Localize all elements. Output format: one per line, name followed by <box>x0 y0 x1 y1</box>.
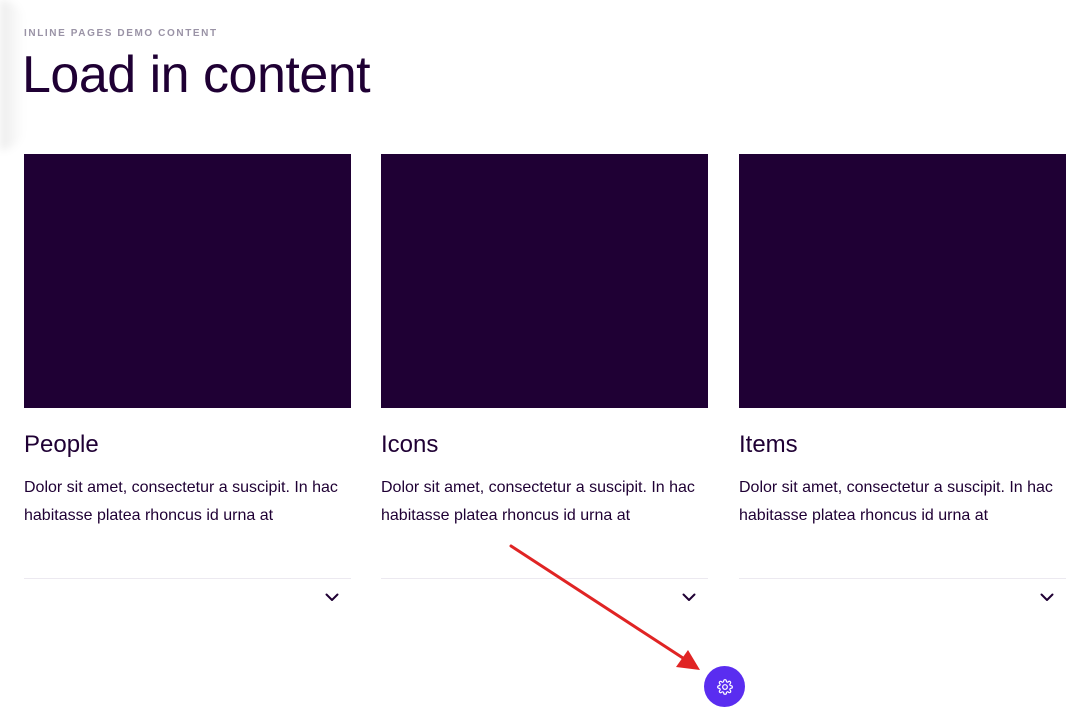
card-divider <box>381 578 708 579</box>
card-items: Items Dolor sit amet, consectetur a susc… <box>739 154 1066 601</box>
card-divider <box>24 578 351 579</box>
card-people: People Dolor sit amet, consectetur a sus… <box>24 154 351 601</box>
edge-shadow <box>0 0 24 150</box>
page-title: Load in content <box>22 46 371 104</box>
card-heading: Items <box>739 431 798 458</box>
card-image-placeholder <box>381 154 708 408</box>
card-heading: Icons <box>381 431 439 458</box>
card-description: Dolor sit amet, consectetur a suscipit. … <box>739 479 1053 524</box>
chevron-down-icon <box>325 593 339 601</box>
card-image-placeholder <box>24 154 351 408</box>
card-icons: Icons Dolor sit amet, consectetur a susc… <box>381 154 708 601</box>
page: INLINE PAGES DEMO CONTENT Load in conten… <box>0 0 1088 714</box>
card-description: Dolor sit amet, consectetur a suscipit. … <box>381 479 695 524</box>
card-expand-button[interactable] <box>321 588 343 606</box>
settings-fab-button[interactable] <box>704 666 745 707</box>
card-description: Dolor sit amet, consectetur a suscipit. … <box>24 479 338 524</box>
card-divider <box>739 578 1066 579</box>
eyebrow-label: INLINE PAGES DEMO CONTENT <box>24 28 218 39</box>
chevron-down-icon <box>1040 593 1054 601</box>
card-heading: People <box>24 431 99 458</box>
card-expand-button[interactable] <box>1036 588 1058 606</box>
gear-icon <box>716 678 733 695</box>
chevron-down-icon <box>682 593 696 601</box>
card-image-placeholder <box>739 154 1066 408</box>
card-expand-button[interactable] <box>678 588 700 606</box>
